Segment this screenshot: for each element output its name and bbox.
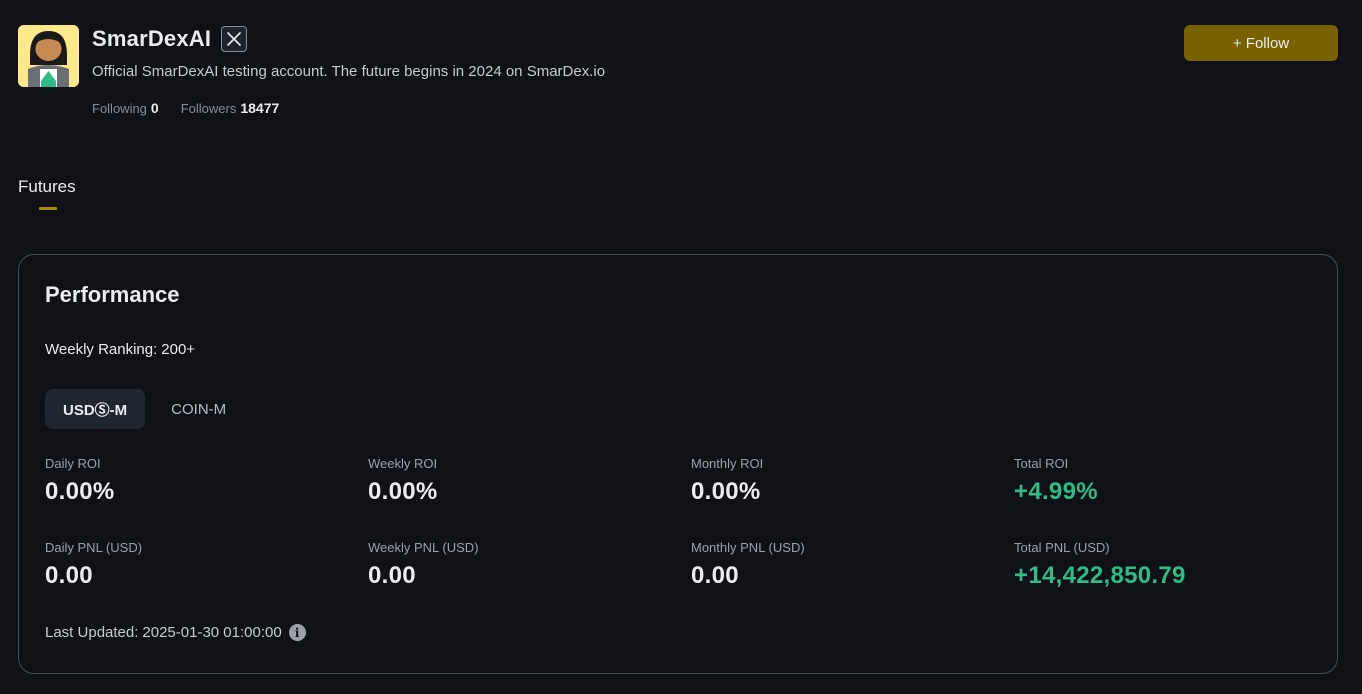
following-stat[interactable]: Following 0: [92, 100, 159, 116]
weekly-pnl: Weekly PNL (USD) 0.00: [368, 540, 479, 590]
profile-bio: Official SmarDexAI testing account. The …: [92, 63, 606, 80]
followers-stat[interactable]: Followers 18477: [181, 100, 280, 116]
weekly-roi: Weekly ROI 0.00%: [368, 456, 438, 506]
monthly-pnl-label: Monthly PNL (USD): [691, 540, 805, 555]
weekly-pnl-label: Weekly PNL (USD): [368, 540, 479, 555]
profile-name-row: SmarDexAI: [92, 26, 248, 52]
total-pnl-label: Total PNL (USD): [1014, 540, 1110, 555]
total-pnl: Total PNL (USD) +14,422,850.79: [1014, 540, 1186, 590]
last-updated: Last Updated: 2025-01-30 01:00:00 i: [45, 624, 306, 641]
profile-stats: Following 0 Followers 18477: [92, 100, 301, 116]
monthly-roi: Monthly ROI 0.00%: [691, 456, 763, 506]
total-roi: Total ROI +4.99%: [1014, 456, 1098, 506]
avatar-illustration: [18, 25, 79, 87]
daily-roi-label: Daily ROI: [45, 456, 101, 471]
total-roi-value: +4.99%: [1014, 478, 1098, 505]
weekly-ranking: Weekly Ranking: 200+: [45, 341, 195, 358]
daily-pnl: Daily PNL (USD) 0.00: [45, 540, 142, 590]
monthly-roi-value: 0.00%: [691, 478, 761, 505]
info-icon[interactable]: i: [288, 624, 306, 641]
performance-title: Performance: [45, 282, 180, 307]
daily-roi: Daily ROI 0.00%: [45, 456, 115, 506]
weekly-pnl-value: 0.00: [368, 562, 416, 589]
segment-usds-m[interactable]: USDⓈ-M: [45, 389, 146, 429]
following-label: Following: [92, 101, 147, 116]
weekly-ranking-label: Weekly Ranking:: [45, 341, 158, 358]
contract-type-switch: USDⓈ-M COIN-M: [45, 389, 252, 429]
monthly-pnl: Monthly PNL (USD) 0.00: [691, 540, 805, 590]
segment-coin-m[interactable]: COIN-M: [153, 389, 244, 429]
weekly-ranking-value: 200+: [161, 341, 196, 358]
performance-card: Performance Weekly Ranking: 200+ USDⓈ-M C…: [18, 254, 1338, 674]
last-updated-value: 2025-01-30 01:00:00: [142, 624, 282, 641]
total-roi-label: Total ROI: [1014, 456, 1069, 471]
daily-pnl-label: Daily PNL (USD): [45, 540, 143, 555]
weekly-roi-label: Weekly ROI: [368, 456, 438, 471]
monthly-roi-label: Monthly ROI: [691, 456, 764, 471]
avatar[interactable]: [18, 25, 79, 87]
daily-roi-value: 0.00%: [45, 478, 115, 505]
followers-label: Followers: [180, 101, 237, 116]
tab-futures[interactable]: Futures: [18, 177, 76, 197]
following-count: 0: [150, 100, 159, 116]
profile-page: SmarDexAI Official SmarDexAI testing acc…: [0, 0, 1362, 694]
total-pnl-value: +14,422,850.79: [1014, 562, 1186, 589]
last-updated-label: Last Updated:: [45, 624, 139, 641]
daily-pnl-value: 0.00: [45, 562, 93, 589]
followers-count: 18477: [240, 100, 280, 116]
profile-name: SmarDexAI: [92, 26, 212, 51]
weekly-roi-value: 0.00%: [368, 478, 438, 505]
monthly-pnl-value: 0.00: [691, 562, 739, 589]
follow-button[interactable]: + Follow: [1184, 25, 1338, 61]
tab-active-indicator: [39, 207, 57, 210]
x-logo-icon[interactable]: [221, 26, 248, 52]
